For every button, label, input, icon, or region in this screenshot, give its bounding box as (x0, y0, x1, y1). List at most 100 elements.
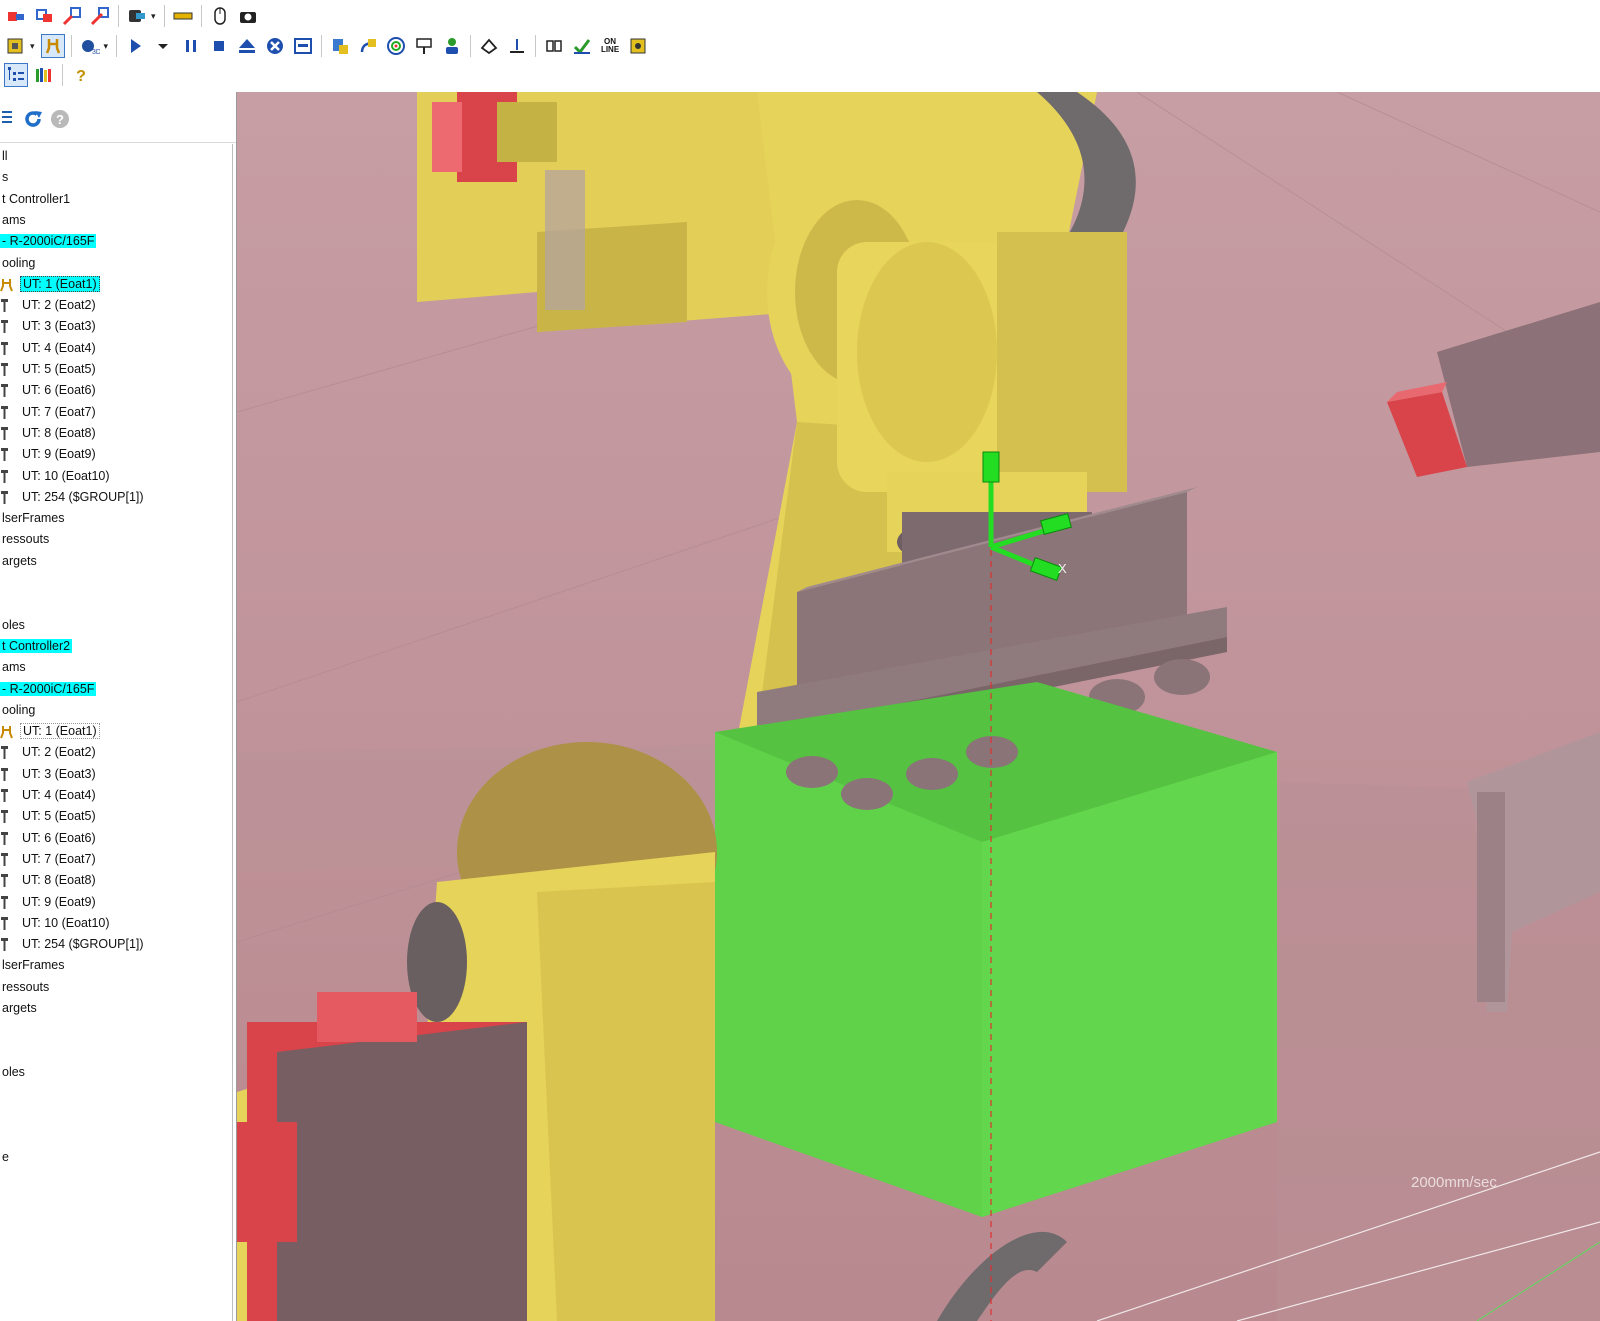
add-robot-button[interactable] (4, 4, 28, 28)
tree-item[interactable] (0, 1020, 4, 1039)
tree-item[interactable]: - R-2000iC/165F (0, 232, 97, 251)
refresh-icon[interactable] (22, 108, 44, 130)
tree-item[interactable]: ressouts (0, 530, 51, 549)
sign-icon (414, 36, 434, 56)
tree-item-label: ressouts (2, 979, 50, 994)
tree-item-user-tool[interactable]: UT: 5 (Eoat5) (0, 360, 98, 379)
tree-item[interactable]: ams (0, 658, 28, 677)
display-button[interactable] (291, 34, 315, 58)
download-icon (572, 36, 592, 56)
tree-item[interactable]: ooling (0, 254, 37, 273)
robot-program-button[interactable] (328, 34, 352, 58)
teach-pendant-icon (127, 6, 147, 26)
gripper-button[interactable] (40, 34, 65, 58)
pause-button[interactable] (179, 34, 203, 58)
tool-icon (0, 426, 14, 441)
add-obstacle-button[interactable] (88, 4, 112, 28)
tree-item-user-tool[interactable]: UT: 5 (Eoat5) (0, 807, 98, 826)
gripper-icon (0, 277, 14, 292)
3d-viewport[interactable]: X 2000mm/sec (237, 92, 1600, 1321)
chevron-down-icon[interactable]: ▾ (30, 41, 35, 52)
3d-view-button[interactable]: 3D (78, 34, 102, 58)
tree-item-user-tool[interactable]: UT: 1 (Eoat1) (0, 722, 100, 741)
tree-item[interactable]: argets (0, 552, 39, 571)
tree-item[interactable]: oles (0, 1063, 27, 1082)
tree-item[interactable] (0, 1106, 4, 1125)
tool-icon (0, 895, 14, 910)
target-button[interactable] (384, 34, 408, 58)
tree-item-user-tool[interactable]: UT: 4 (Eoat4) (0, 339, 98, 358)
eject-button[interactable] (235, 34, 259, 58)
tree-item-user-tool[interactable]: UT: 254 ($GROUP[1]) (0, 488, 146, 507)
tree-item[interactable]: e (0, 1148, 11, 1167)
tree-item-user-tool[interactable]: UT: 10 (Eoat10) (0, 467, 112, 486)
help-button[interactable]: ? (69, 63, 93, 87)
sign-button[interactable] (412, 34, 436, 58)
tree-item-label: UT: 10 (Eoat10) (22, 915, 110, 930)
tree-item-label (0, 596, 4, 610)
cell-browser-button[interactable] (4, 34, 28, 58)
tree-item[interactable] (0, 1127, 4, 1146)
tree-item-user-tool[interactable]: UT: 8 (Eoat8) (0, 424, 98, 443)
add-obstacle-icon (90, 6, 110, 26)
abort-button[interactable] (263, 34, 287, 58)
tree-view-icon[interactable] (0, 109, 14, 127)
tool-offset-button[interactable] (505, 34, 529, 58)
tree-item[interactable] (0, 594, 4, 613)
tree-item[interactable] (0, 1042, 4, 1061)
tree-item[interactable]: ressouts (0, 978, 51, 997)
ruler-icon (173, 6, 193, 26)
tree-item[interactable]: oles (0, 616, 27, 635)
robot-settings-button[interactable] (626, 34, 650, 58)
tree-item-user-tool[interactable]: UT: 2 (Eoat2) (0, 296, 98, 315)
tree-item[interactable]: t Controller1 (0, 190, 72, 209)
cell-browser-tree[interactable]: ll s t Controller1 ams - R-2000iC/165F ooling… (0, 144, 233, 1321)
tree-item[interactable]: lserFrames (0, 509, 67, 528)
tree-item[interactable]: ams (0, 211, 28, 230)
tree-item[interactable]: lserFrames (0, 956, 67, 975)
tree-item-user-tool[interactable]: UT: 9 (Eoat9) (0, 893, 98, 912)
mouse-button[interactable] (208, 4, 232, 28)
3d-scene[interactable]: X (237, 92, 1600, 1321)
add-part-button[interactable] (60, 4, 84, 28)
stop-button[interactable] (207, 34, 231, 58)
chevron-down-icon[interactable]: ▾ (151, 11, 156, 22)
tree-item-user-tool[interactable]: UT: 4 (Eoat4) (0, 786, 98, 805)
tree-item-user-tool[interactable]: UT: 3 (Eoat3) (0, 317, 98, 336)
library-button[interactable] (32, 63, 56, 87)
io-button[interactable] (542, 34, 566, 58)
camera-button[interactable] (236, 4, 260, 28)
online-button[interactable]: ON LINE (598, 34, 622, 58)
tree-item[interactable] (0, 1084, 4, 1103)
tree-item[interactable] (0, 573, 4, 592)
tree-view-button[interactable] (4, 63, 28, 87)
tree-item-user-tool[interactable]: UT: 6 (Eoat6) (0, 381, 98, 400)
tree-item[interactable]: - R-2000iC/165F (0, 680, 97, 699)
jog-frame-button[interactable] (356, 34, 380, 58)
tree-item-user-tool[interactable]: UT: 2 (Eoat2) (0, 743, 98, 762)
tree-item[interactable]: ooling (0, 701, 37, 720)
tree-item[interactable]: ll (0, 147, 10, 166)
tree-item-user-tool[interactable]: UT: 10 (Eoat10) (0, 914, 112, 933)
tree-item[interactable]: t Controller2 (0, 637, 73, 656)
help-icon[interactable]: ? (50, 109, 70, 129)
run-dropdown-button[interactable] (151, 34, 175, 58)
tree-item[interactable]: s (0, 168, 10, 187)
operator-button[interactable] (440, 34, 464, 58)
tree-item-user-tool[interactable]: UT: 9 (Eoat9) (0, 445, 98, 464)
add-fixture-button[interactable] (32, 4, 56, 28)
tree-item-user-tool[interactable]: UT: 6 (Eoat6) (0, 829, 98, 848)
chevron-down-icon[interactable]: ▾ (104, 41, 109, 52)
tree-item-user-tool[interactable]: UT: 3 (Eoat3) (0, 765, 98, 784)
teach-pendant-button[interactable] (125, 4, 149, 28)
tree-item-user-tool[interactable]: UT: 7 (Eoat7) (0, 403, 98, 422)
play-button[interactable] (123, 34, 147, 58)
tree-item-user-tool[interactable]: UT: 1 (Eoat1) (0, 275, 100, 294)
measure-button[interactable] (477, 34, 501, 58)
download-button[interactable] (570, 34, 594, 58)
ruler-button[interactable] (171, 4, 195, 28)
tree-item-user-tool[interactable]: UT: 254 ($GROUP[1]) (0, 935, 146, 954)
tree-item-user-tool[interactable]: UT: 7 (Eoat7) (0, 850, 98, 869)
tree-item[interactable]: argets (0, 999, 39, 1018)
tree-item-user-tool[interactable]: UT: 8 (Eoat8) (0, 871, 98, 890)
